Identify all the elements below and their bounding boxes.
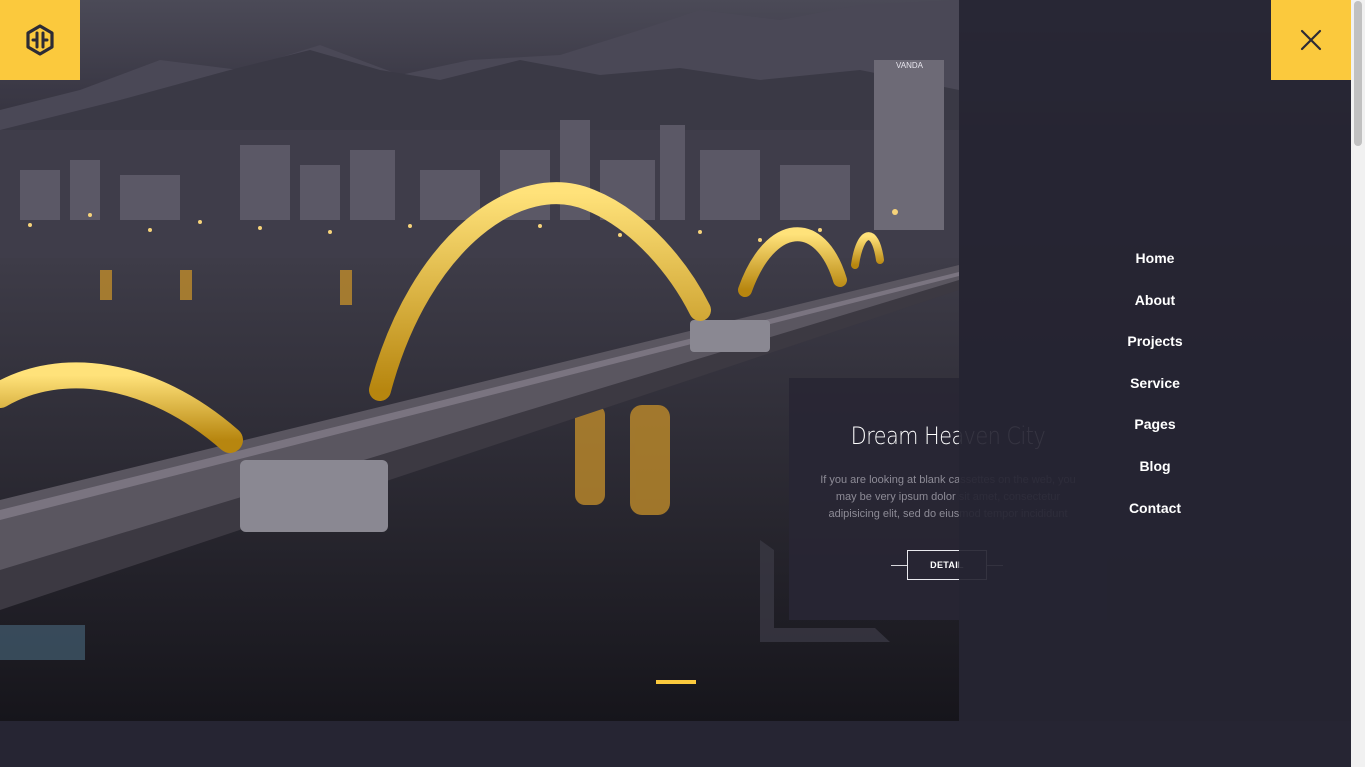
nav-item-pages[interactable]: Pages — [959, 410, 1351, 452]
nav-item-service[interactable]: Service — [959, 369, 1351, 411]
nav-item-contact[interactable]: Contact — [959, 494, 1351, 536]
nav-item-home[interactable]: Home — [959, 244, 1351, 286]
nav-item-projects[interactable]: Projects — [959, 327, 1351, 369]
hotel-sign: VANDA — [896, 61, 924, 70]
close-menu-button[interactable] — [1271, 0, 1351, 80]
page-footer-band — [0, 721, 1351, 767]
nav-item-blog[interactable]: Blog — [959, 452, 1351, 494]
close-icon — [1300, 29, 1322, 51]
slide-indicator-active[interactable] — [656, 680, 696, 684]
hexagon-logo-icon — [26, 24, 54, 56]
scrollbar[interactable] — [1351, 0, 1365, 767]
button-line-left — [891, 565, 907, 566]
nav-item-about[interactable]: About — [959, 286, 1351, 328]
main-navigation: Home About Projects Service Pages Blog C… — [959, 244, 1351, 535]
logo-button[interactable] — [0, 0, 80, 80]
scrollbar-thumb[interactable] — [1354, 1, 1362, 146]
